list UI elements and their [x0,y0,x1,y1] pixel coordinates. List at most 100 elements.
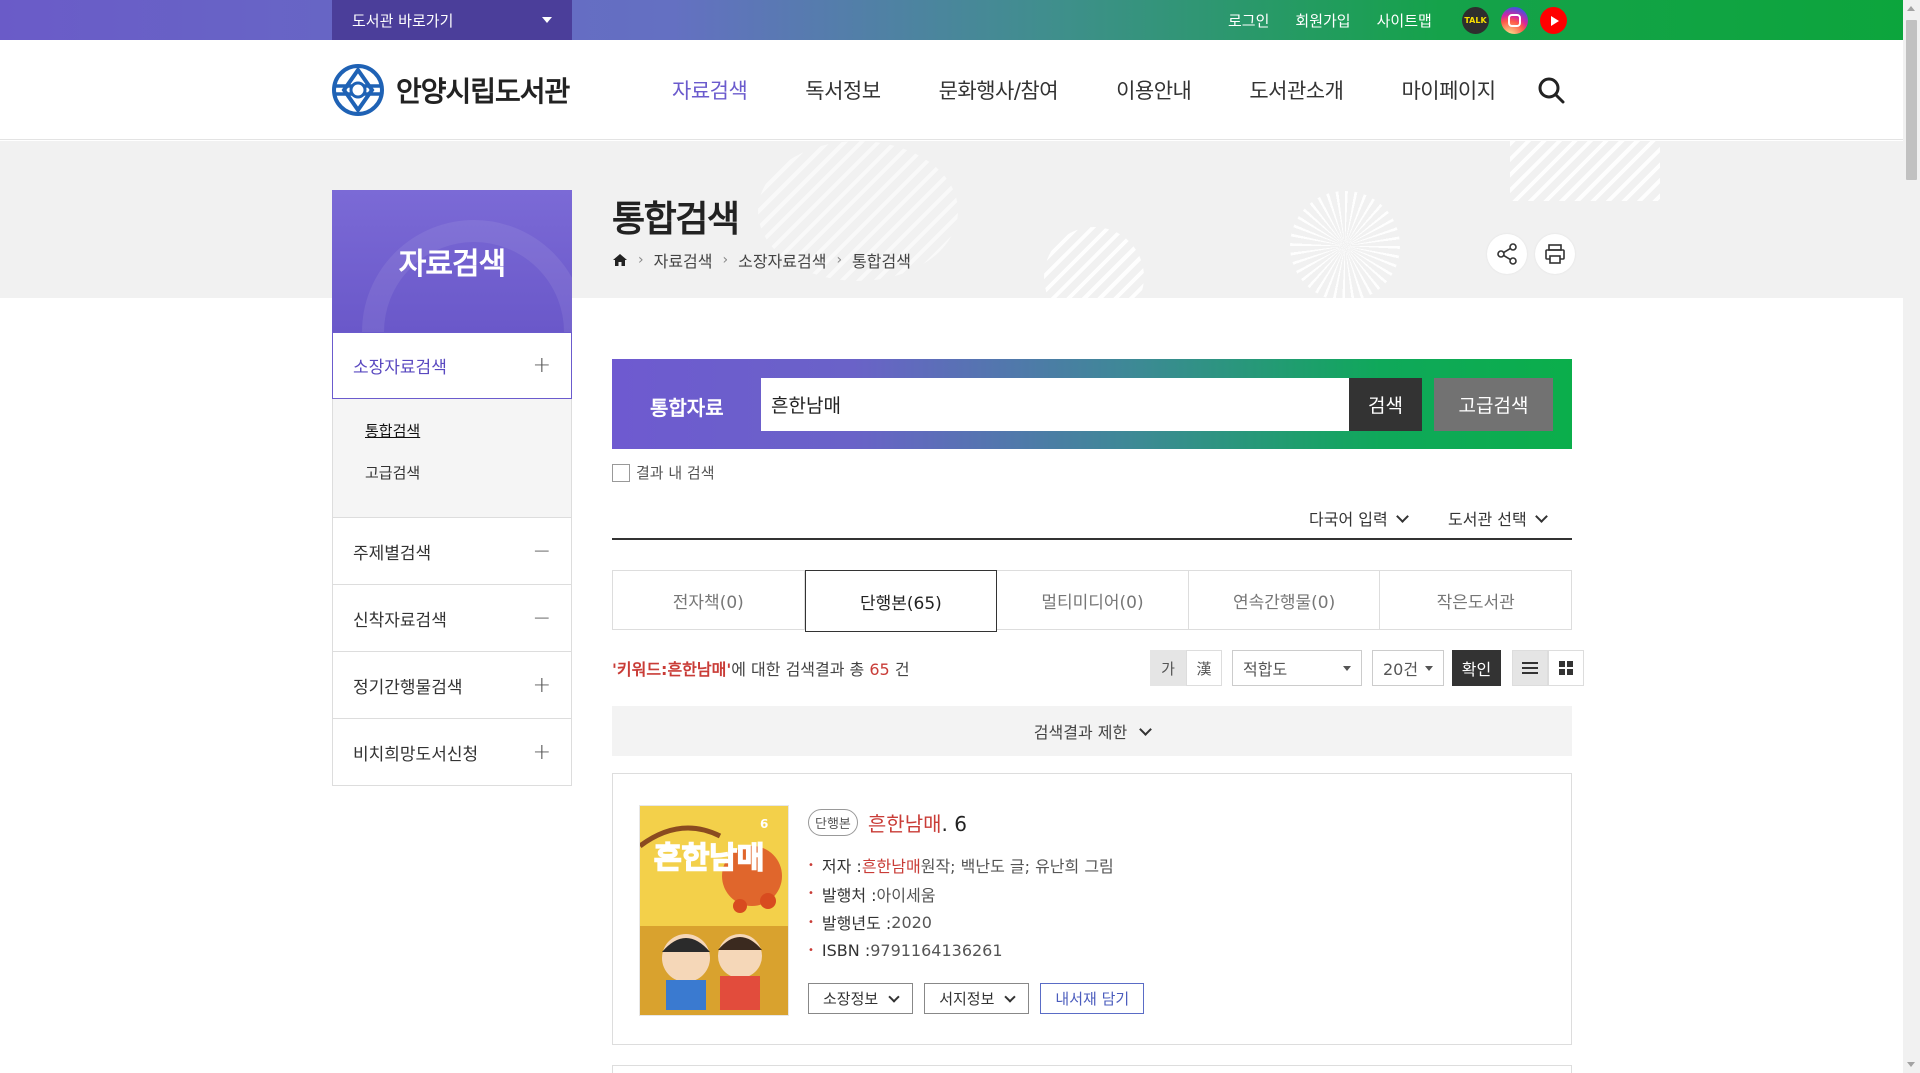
breadcrumb-item[interactable]: 통합검색 [852,248,911,272]
book-year: • 발행년도 : 2020 [808,912,932,934]
checkbox[interactable] [612,463,630,482]
list-view-icon[interactable] [1512,650,1548,686]
logo-text: 안양시립도서관 [396,75,570,108]
scrollbar-thumb[interactable] [1906,20,1917,180]
bibliographic-info-button[interactable]: 서지정보 [924,983,1030,1014]
tab-ebook[interactable]: 전자책(0) [612,570,805,630]
search-button[interactable]: 검색 [1349,378,1422,431]
book-meta: • 저자 : 흔한남매 원작; 백난도 글; 유난희 그림 • 발행처 : 아이세움… [808,851,1114,965]
book-publisher: • 발행처 : 아이세움 [808,885,936,905]
book-cover-image[interactable]: 흔한남매 6 [639,805,789,1016]
holding-info-button[interactable]: 소장정보 [808,983,914,1014]
caret-down-icon [542,17,552,23]
tab-monograph[interactable]: 단행본(65) [804,570,998,632]
share-icon[interactable] [1487,234,1527,274]
page-scrollbar[interactable] [1903,0,1920,1073]
result-suffix: 에 대한 검색결과 총 [731,660,865,679]
material-type-badge: 단행본 [808,809,858,836]
page-utilities [1487,234,1575,274]
result-limit-toggle[interactable]: 검색결과 제한 [612,706,1572,756]
search-options: 다국어 입력 도서관 선택 [612,498,1572,540]
instagram-icon[interactable] [1501,7,1528,34]
plus-icon: + [532,739,551,765]
result-summary: '키워드:흔한남매'에 대한 검색결과 총 65 건 [612,656,910,680]
sitemap-link[interactable]: 사이트맵 [1377,10,1432,31]
side-nav-item-book-request[interactable]: 비치희망도서신청 + [332,719,572,786]
cover-volume-text: 6 [760,817,768,831]
grid-view-icon[interactable] [1548,650,1584,686]
side-nav-item-collection-search[interactable]: 소장자료검색 + [332,332,572,399]
multilang-label: 다국어 입력 [1309,510,1388,529]
hanja-toggle[interactable]: 漢 [1186,650,1222,686]
per-page-select-value: 20건 [1383,660,1419,679]
per-page-select[interactable]: 20건 [1372,650,1444,686]
result-tools: 가 漢 적합도 20건 확인 [1150,650,1584,686]
side-nav-item-label: 주제별검색 [353,543,432,564]
nav-item-guide[interactable]: 이용안내 [1116,75,1192,105]
site-logo[interactable]: 안양시립도서관 [332,64,570,116]
side-nav-item-periodicals[interactable]: 정기간행물검색 + [332,652,572,719]
scroll-down-icon[interactable] [1907,1062,1915,1067]
side-nav-item-subject-search[interactable]: 주제별검색 − [332,518,572,585]
print-icon[interactable] [1535,234,1575,274]
signup-link[interactable]: 회원가입 [1295,10,1350,31]
youtube-icon[interactable] [1540,7,1567,34]
home-icon[interactable] [612,252,628,268]
side-nav-sub-integrated-search[interactable]: 통합검색 [365,419,539,461]
minus-icon: − [532,538,551,564]
scroll-up-icon[interactable] [1907,6,1915,11]
search-input[interactable] [761,378,1349,431]
cover-title-text: 흔한남매 [654,841,764,876]
side-nav-item-new-arrivals[interactable]: 신착자료검색 − [332,585,572,652]
side-nav-item-label: 소장자료검색 [353,358,447,378]
search-within-label: 결과 내 검색 [636,464,715,482]
breadcrumb: › 자료검색 › 소장자료검색 › 통합검색 [612,248,911,272]
search-icon[interactable] [1537,76,1565,104]
page-title: 통합검색 [612,199,740,240]
book-title-link[interactable]: 흔한남매. 6 [868,808,967,837]
login-link[interactable]: 로그인 [1228,10,1269,31]
library-select-toggle[interactable]: 도서관 선택 [1448,506,1548,530]
quick-link-label: 도서관 바로가기 [352,11,454,30]
chevron-right-icon: › [638,252,644,268]
book-title-highlight: 흔한남매 [867,812,942,836]
tab-small-library[interactable]: 작은도서관 [1380,570,1572,630]
side-nav-submenu: 통합검색 고급검색 [332,399,572,518]
nav-item-about[interactable]: 도서관소개 [1249,75,1344,105]
nav-item-mypage[interactable]: 마이페이지 [1401,75,1496,105]
nav-item-search[interactable]: 자료검색 [672,75,748,105]
search-within-results[interactable]: 결과 내 검색 [612,462,715,483]
kakaotalk-icon[interactable]: TALK [1462,7,1489,34]
result-keyword: '키워드:흔한남매' [612,660,732,679]
chevron-down-icon [888,990,900,1003]
sort-select[interactable]: 적합도 [1232,650,1362,686]
material-type-tabs: 전자책(0) 단행본(65) 멀티미디어(0) 연속간행물(0) 작은도서관 [612,570,1572,632]
chevron-right-icon: › [722,252,729,268]
plus-icon: + [532,672,551,698]
sort-select-value: 적합도 [1243,660,1288,679]
tab-multimedia[interactable]: 멀티미디어(0) [997,570,1189,630]
book-isbn: • ISBN : 9791164136261 [808,941,1003,961]
tab-serials[interactable]: 연속간행물(0) [1188,570,1381,630]
caret-down-icon [1343,665,1351,671]
nav-item-reading-info[interactable]: 독서정보 [805,75,881,105]
breadcrumb-item[interactable]: 소장자료검색 [738,248,826,272]
book-author: • 저자 : 흔한남매 원작; 백난도 글; 유난희 그림 [808,857,1114,877]
chevron-down-icon [1139,722,1153,736]
hangul-toggle[interactable]: 가 [1150,650,1186,686]
side-nav-item-label: 비치희망도서신청 [353,744,479,765]
search-category-label: 통합자료 [650,396,724,420]
nav-item-events[interactable]: 문화행사/참여 [939,75,1059,105]
plus-icon: + [532,353,551,378]
add-to-bookshelf-button[interactable]: 내서재 담기 [1040,983,1145,1014]
book-info: 단행본 흔한남매. 6 • 저자 : 흔한남매 원작; 백난도 글; 유난희 그림… [808,808,1114,965]
multilang-input-toggle[interactable]: 다국어 입력 [1309,506,1409,530]
apply-button[interactable]: 확인 [1452,650,1501,686]
advanced-search-button[interactable]: 고급검색 [1434,378,1553,431]
main-content: 통합검색 › 자료검색 › 소장자료검색 › 통합검색 통합자료 흔한남매 검색… [612,190,1584,1045]
search-bar: 통합자료 검색 고급검색 [612,359,1572,449]
library-quick-link-dropdown[interactable]: 도서관 바로가기 [332,0,572,40]
breadcrumb-item[interactable]: 자료검색 [654,248,713,272]
minus-icon: − [532,605,551,631]
side-nav-sub-advanced-search[interactable]: 고급검색 [365,461,539,503]
